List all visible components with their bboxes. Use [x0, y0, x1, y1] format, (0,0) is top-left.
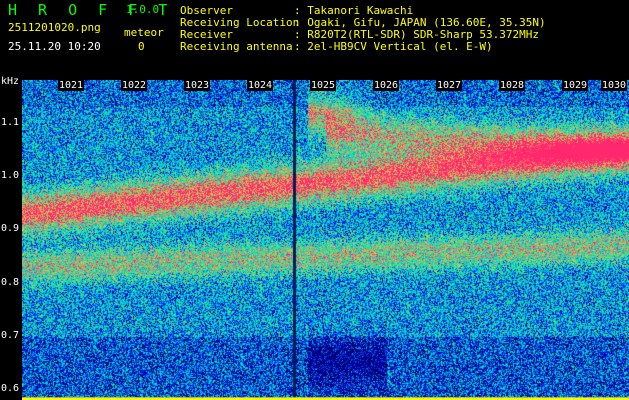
y-tick-label: 1.1	[1, 116, 20, 128]
y-axis-unit: kHz	[1, 76, 20, 87]
timestamp-label: 25.11.20 10:20	[8, 40, 101, 53]
x-tick-label: 1025	[310, 80, 337, 91]
spectrogram-plot	[22, 80, 629, 400]
y-tick-label: 0.8	[1, 276, 20, 288]
x-tick-label: 1027	[436, 80, 463, 91]
field-label-antenna: Receiving antenna	[180, 40, 293, 53]
count-value: 0	[138, 40, 145, 53]
x-tick-label: 1023	[184, 80, 211, 91]
y-tick-label: 0.7	[1, 330, 20, 341]
app-version: 1.0.0	[126, 3, 160, 16]
x-tick-label: 1029	[562, 80, 589, 91]
mode-label: meteor	[124, 26, 164, 39]
x-tick-label: 1026	[373, 80, 400, 91]
y-tick-label: 0.9	[1, 223, 20, 235]
header-panel: H R O F F T 1.0.0 2511201020.png meteor …	[0, 0, 629, 76]
x-tick-label: 1030	[601, 80, 628, 91]
x-tick-label: 1022	[121, 80, 148, 91]
x-tick-label: 1021	[58, 80, 85, 91]
x-tick-label: 1024	[247, 80, 274, 91]
y-tick-label: 1.0	[1, 170, 20, 181]
x-tick-label: 1028	[499, 80, 526, 91]
filename-label: 2511201020.png	[8, 21, 101, 34]
y-tick-label: 0.6	[1, 383, 20, 395]
field-value-antenna: : 2el-HB9CV Vertical (el. E-W)	[294, 40, 493, 53]
